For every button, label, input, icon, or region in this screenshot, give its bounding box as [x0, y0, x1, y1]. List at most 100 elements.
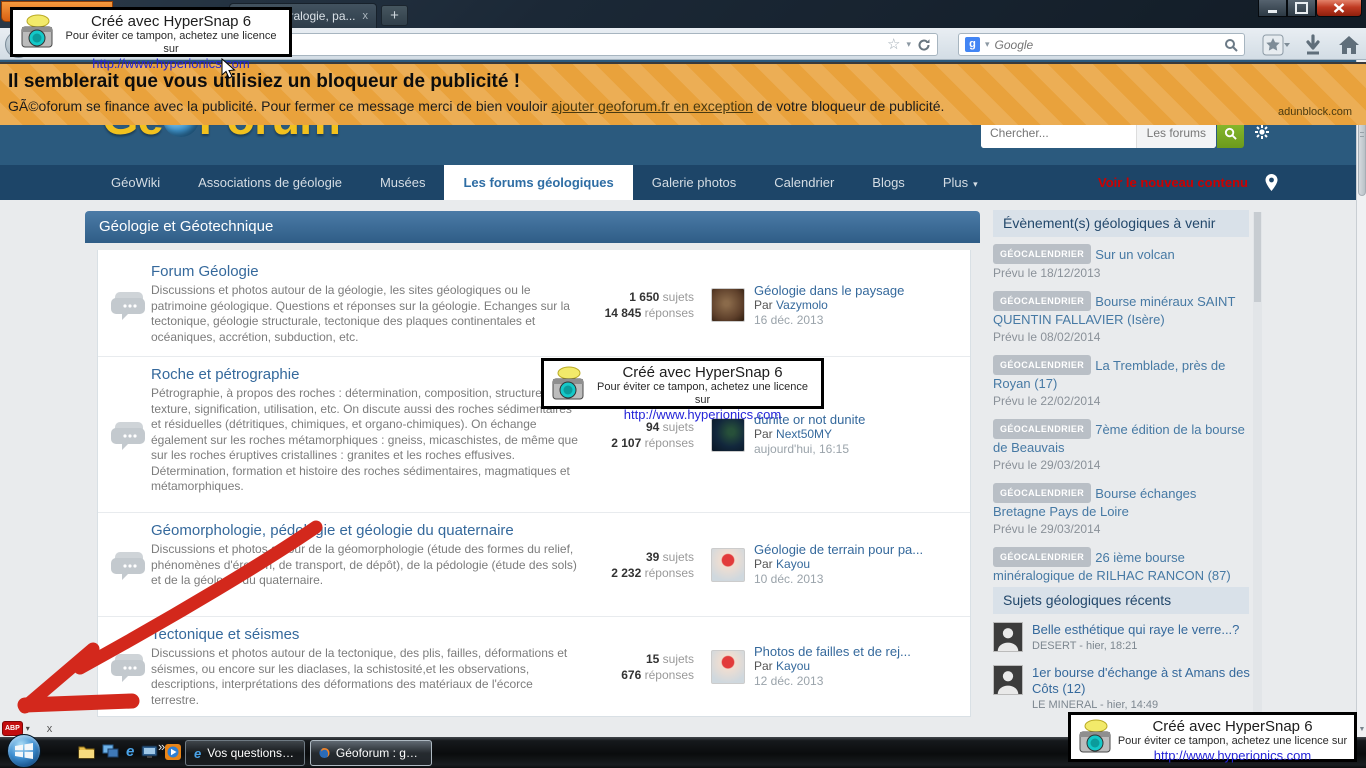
- settings-gear-icon[interactable]: [1254, 124, 1270, 140]
- forum-link[interactable]: Géomorphologie, pédologie et géologie du…: [151, 522, 583, 539]
- forum-bubbles-icon: [111, 420, 145, 450]
- event-link[interactable]: Sur un volcan: [1095, 247, 1175, 262]
- avatar[interactable]: [711, 650, 745, 684]
- last-post-author[interactable]: Kayou: [776, 557, 810, 571]
- watermark-link[interactable]: http://www.hyperionics.com: [57, 56, 285, 71]
- nav-item-forums[interactable]: Les forums géologiques: [444, 165, 632, 200]
- forum-link[interactable]: Roche et pétrographie: [151, 366, 583, 383]
- topics-count: 39: [646, 550, 659, 564]
- taskbar-button-ie[interactable]: e Vos questions à la ...: [185, 740, 305, 766]
- engine-dropdown-icon[interactable]: ▾: [985, 39, 990, 50]
- start-button[interactable]: [7, 734, 41, 768]
- web-search-input[interactable]: [995, 38, 1219, 52]
- topics-count: 1 650: [629, 290, 659, 304]
- taskbar-button-firefox[interactable]: Géoforum : géologi...: [310, 740, 432, 766]
- network-windows-icon[interactable]: [102, 744, 119, 759]
- show-bookmarks-icon[interactable]: [1262, 34, 1292, 56]
- display-icon[interactable]: [141, 745, 158, 759]
- quick-launch: e: [78, 743, 181, 760]
- watermark-link[interactable]: http://www.hyperionics.com: [1115, 748, 1350, 763]
- close-button[interactable]: [1316, 0, 1362, 17]
- view-new-content-link[interactable]: Voir le nouveau contenu: [1098, 165, 1248, 200]
- search-bar[interactable]: g ▾: [958, 33, 1245, 56]
- window-controls: [1258, 0, 1362, 17]
- nav-item-galerie[interactable]: Galerie photos: [633, 165, 756, 200]
- watermark-line1: Créé avec HyperSnap 6: [1115, 718, 1350, 735]
- avatar[interactable]: [993, 622, 1023, 652]
- last-post-link[interactable]: Géologie dans le paysage: [754, 283, 904, 298]
- minimize-button[interactable]: [1258, 0, 1287, 17]
- quick-launch-overflow-icon[interactable]: »: [158, 739, 165, 754]
- replies-label: réponses: [645, 668, 694, 682]
- abp-dropdown-icon[interactable]: ▾: [26, 724, 30, 733]
- nav-item-associations[interactable]: Associations de géologie: [179, 165, 361, 200]
- maximize-button[interactable]: [1287, 0, 1316, 17]
- forum-row: Roche et pétrographie Pétrographie, à pr…: [98, 356, 970, 512]
- new-tab-button[interactable]: +: [381, 5, 408, 26]
- by-label: Par: [754, 659, 773, 673]
- last-post-link[interactable]: Géologie de terrain pour pa...: [754, 542, 923, 557]
- search-icon: [1224, 127, 1237, 140]
- media-player-icon[interactable]: [165, 744, 181, 760]
- home-icon[interactable]: [1338, 34, 1360, 56]
- avatar[interactable]: [711, 548, 745, 582]
- nav-item-blogs[interactable]: Blogs: [853, 165, 924, 200]
- last-post-date: aujourd'hui, 16:15: [754, 442, 865, 457]
- forum-link[interactable]: Tectonique et séismes: [151, 626, 583, 643]
- nav-item-geowiki[interactable]: GéoWiki: [92, 165, 179, 200]
- camera-icon: [550, 366, 586, 402]
- forum-link[interactable]: Forum Géologie: [151, 263, 583, 280]
- watermark-link[interactable]: http://www.hyperionics.com: [588, 407, 817, 422]
- last-post-author[interactable]: Vazymolo: [776, 298, 828, 312]
- topic-link[interactable]: 1er bourse d'échange à st Amans des Côts…: [1032, 665, 1251, 697]
- bookmark-star-icon[interactable]: ☆: [887, 37, 900, 52]
- nav-item-plus[interactable]: Plus▾: [924, 165, 997, 200]
- avatar[interactable]: [993, 665, 1023, 695]
- location-pin-icon[interactable]: [1265, 174, 1278, 191]
- folder-icon[interactable]: [78, 744, 95, 759]
- topic-link[interactable]: Belle esthétique qui raye le verre...?: [1032, 622, 1239, 638]
- replies-count: 2 232: [611, 566, 641, 580]
- main-navbar: GéoWiki Associations de géologie Musées …: [0, 165, 1366, 200]
- google-engine-icon[interactable]: g: [965, 37, 980, 52]
- banner-title: Il semblerait que vous utilisiez un bloq…: [8, 71, 1366, 93]
- banner-exception-link[interactable]: ajouter geoforum.fr en exception: [551, 98, 753, 114]
- tab-close-icon[interactable]: x: [363, 10, 369, 22]
- avatar[interactable]: [711, 418, 745, 452]
- tab-title: ralogie, pa...: [289, 9, 355, 23]
- section-header[interactable]: Géologie et Géotechnique: [85, 211, 980, 243]
- forum-description: Discussions et photos autour de la géolo…: [151, 283, 583, 345]
- nav-plus-label: Plus: [943, 175, 968, 190]
- sidebar-scrollbar[interactable]: [1253, 212, 1262, 717]
- forum-bubbles-icon: [111, 652, 145, 682]
- url-dropdown-icon[interactable]: ▾: [906, 39, 911, 50]
- forum-bubbles-icon: [111, 550, 145, 580]
- geocalendrier-badge: GÉOCALENDRIER: [993, 419, 1091, 439]
- last-post: Géologie de terrain pour pa... Par Kayou…: [711, 513, 964, 616]
- topics-label: sujets: [663, 652, 694, 666]
- internet-explorer-icon[interactable]: e: [126, 743, 134, 760]
- banner-text-before: GÃ©oforum se finance avec la publicité. …: [8, 98, 551, 114]
- browser-scrollbar[interactable]: ▲ ▼: [1356, 60, 1366, 737]
- nav-item-calendrier[interactable]: Calendrier: [755, 165, 853, 200]
- topics-label: sujets: [663, 550, 694, 564]
- reload-icon[interactable]: [917, 38, 931, 52]
- forum-description: Pétrographie, à propos des roches : déte…: [151, 386, 583, 495]
- downloads-icon[interactable]: [1304, 34, 1322, 56]
- event-date: Prévu le 29/03/2014: [993, 457, 1251, 474]
- magnifier-icon[interactable]: [1224, 38, 1238, 52]
- abp-close-icon[interactable]: x: [47, 723, 53, 735]
- last-post-date: 10 déc. 2013: [754, 572, 923, 587]
- last-post-author[interactable]: Kayou: [776, 659, 810, 673]
- scroll-down-icon[interactable]: ▼: [1357, 723, 1366, 737]
- avatar[interactable]: [711, 288, 745, 322]
- last-post-author[interactable]: Next50MY: [776, 427, 832, 441]
- forum-stats: 15 sujets 676 réponses: [566, 617, 694, 716]
- last-post-link[interactable]: Photos de failles et de rej...: [754, 644, 911, 659]
- taskbar-button-label: Vos questions à la ...: [207, 746, 296, 760]
- forum-list-panel: Forum Géologie Discussions et photos aut…: [97, 250, 971, 717]
- event-date: Prévu le 18/12/2013: [993, 265, 1251, 282]
- nav-item-musees[interactable]: Musées: [361, 165, 445, 200]
- last-post-date: 12 déc. 2013: [754, 674, 911, 689]
- geocalendrier-badge: GÉOCALENDRIER: [993, 483, 1091, 503]
